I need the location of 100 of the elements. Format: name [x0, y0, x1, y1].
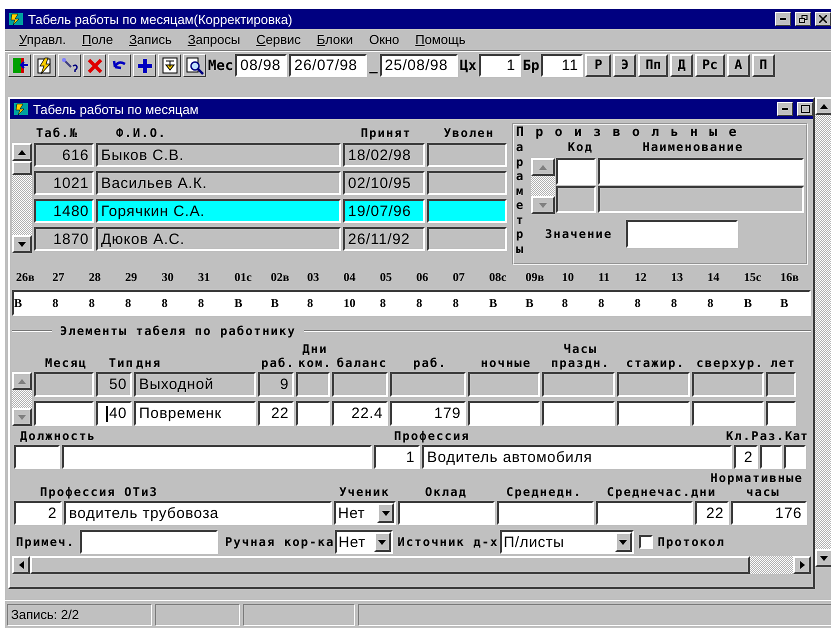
- date-separator: _: [369, 58, 378, 74]
- menu-item[interactable]: Поле: [74, 32, 122, 47]
- day-label: 30: [160, 270, 175, 285]
- table-cell[interactable]: 26/11/92: [343, 227, 425, 251]
- day-value: В: [233, 296, 244, 310]
- table-cell[interactable]: Дюков А.С.: [96, 227, 341, 251]
- profession-code-field[interactable]: 1: [374, 445, 420, 469]
- window-title: Табель работы по месяцам(Корректировка): [28, 12, 294, 26]
- hourly-average-label: Среднечас.: [606, 485, 691, 499]
- day-value: 8: [560, 296, 569, 310]
- salary-label: Оклад: [424, 485, 468, 499]
- position-label: Должность: [20, 429, 96, 443]
- day-value: 8: [706, 296, 714, 310]
- manual-dropdown[interactable]: Нет: [334, 530, 393, 554]
- menu-item[interactable]: Запись: [121, 32, 180, 47]
- menu-item[interactable]: Сервис: [248, 32, 309, 47]
- day-label: 31: [196, 270, 211, 285]
- day-label: 03: [306, 270, 320, 285]
- table-cell[interactable]: Повременк: [134, 401, 256, 426]
- form-title: Табель работы по месяцам: [33, 102, 200, 116]
- otiz-code-field[interactable]: 2: [14, 501, 62, 525]
- table-cell[interactable]: 1480: [34, 199, 94, 223]
- brigade-field[interactable]: 11: [541, 54, 584, 77]
- column-header: ком.: [298, 356, 332, 370]
- group-title: Элементы табеля по работнику: [60, 324, 296, 338]
- month-field[interactable]: 08/98: [235, 54, 288, 77]
- column-header: Ф.И.О.: [116, 126, 167, 140]
- menu-item[interactable]: Запросы: [180, 32, 248, 47]
- table-cell[interactable]: 40: [96, 401, 132, 426]
- table-cell[interactable]: 22.4: [332, 401, 388, 426]
- column-header: Тип: [108, 356, 134, 370]
- column-group-header: Часы: [564, 342, 598, 356]
- table-cell[interactable]: 616: [34, 143, 94, 167]
- shop-field[interactable]: 1: [478, 54, 521, 77]
- otiz-field[interactable]: водитель трубовоза: [64, 501, 332, 525]
- toolbar-button[interactable]: Рс: [695, 54, 725, 77]
- table-cell[interactable]: 179: [390, 401, 466, 426]
- table-cell[interactable]: 02/10/95: [343, 171, 425, 195]
- column-header: лет: [770, 356, 796, 370]
- menu-item[interactable]: Блоки: [308, 32, 362, 47]
- source-label: Источник д-х: [398, 535, 499, 549]
- day-label: 15с: [742, 270, 762, 285]
- day-value: 8: [378, 296, 387, 310]
- column-header: стажир.: [626, 356, 685, 370]
- toolbar-button[interactable]: А: [726, 54, 750, 77]
- norm-hours-field[interactable]: 176: [731, 501, 807, 525]
- table-cell[interactable]: Быков С.В.: [96, 143, 341, 167]
- day-value: В: [488, 296, 498, 310]
- column-header: Наименование: [642, 140, 744, 154]
- toolbar-button[interactable]: П: [752, 54, 775, 77]
- class-field[interactable]: 2: [734, 445, 758, 469]
- toolbar-button[interactable]: Э: [613, 54, 636, 77]
- day-value: 8: [452, 296, 460, 310]
- day-label: 13: [670, 270, 684, 285]
- column-header: Код: [568, 140, 593, 154]
- column-header: сверхур.: [696, 356, 764, 370]
- profession-field[interactable]: Водитель автомобиля: [422, 445, 732, 469]
- note-label: Примеч.: [16, 535, 75, 549]
- day-value: В: [14, 296, 24, 310]
- table-cell[interactable]: Выходной: [134, 372, 256, 397]
- day-value: В: [779, 296, 790, 310]
- column-header: баланс: [336, 356, 388, 370]
- column-header: Месяц: [44, 356, 88, 370]
- table-cell[interactable]: 50: [96, 372, 132, 397]
- menu-item[interactable]: Окно: [361, 32, 408, 47]
- date-to-field[interactable]: 25/08/98: [380, 54, 458, 77]
- day-value: 8: [415, 296, 424, 310]
- date-from-field[interactable]: 26/07/98: [289, 54, 368, 77]
- day-label: 27: [51, 270, 66, 285]
- table-cell[interactable]: 19/07/96: [343, 199, 425, 223]
- toolbar-button[interactable]: Р: [585, 54, 612, 77]
- toolbar-button[interactable]: Пп: [638, 54, 668, 77]
- category-label: Кат: [784, 429, 808, 443]
- table-cell[interactable]: Васильев А.К.: [96, 171, 341, 195]
- table-cell[interactable]: 1021: [34, 171, 94, 195]
- day-value: 8: [124, 296, 132, 310]
- day-value: 8: [196, 296, 205, 310]
- day-value: 8: [306, 296, 314, 310]
- shop-label: Цх: [460, 58, 477, 74]
- day-value: В: [742, 296, 753, 310]
- toolbar-button[interactable]: Д: [670, 54, 694, 77]
- menu-item[interactable]: Управл.: [11, 32, 74, 47]
- table-cell[interactable]: 9: [258, 372, 294, 397]
- column-header: раб.: [413, 356, 447, 370]
- panel-title: Произвольные: [516, 125, 749, 140]
- day-values-field[interactable]: В 8 8 8 8 8 В В 8 10 8 8 8 В В 8 8 8 8 8 В В: [12, 290, 811, 316]
- table-cell[interactable]: Горячкин С.А.: [96, 199, 341, 223]
- student-label: Ученик: [339, 485, 390, 499]
- norm-days-field[interactable]: 22: [695, 501, 729, 525]
- value-label: Значение: [545, 227, 612, 241]
- menu-item[interactable]: Помощь: [407, 32, 474, 47]
- table-cell[interactable]: 18/02/98: [343, 143, 425, 167]
- student-dropdown[interactable]: Нет: [334, 501, 396, 525]
- source-dropdown[interactable]: П/листы: [500, 530, 634, 554]
- day-label: 16в: [779, 270, 800, 285]
- table-cell[interactable]: 22: [258, 401, 294, 426]
- panel-title-vertical: араметры: [516, 140, 524, 256]
- rank-label: Раз.: [751, 429, 785, 443]
- month-label: Мес: [208, 58, 234, 74]
- table-cell[interactable]: 1870: [34, 227, 94, 251]
